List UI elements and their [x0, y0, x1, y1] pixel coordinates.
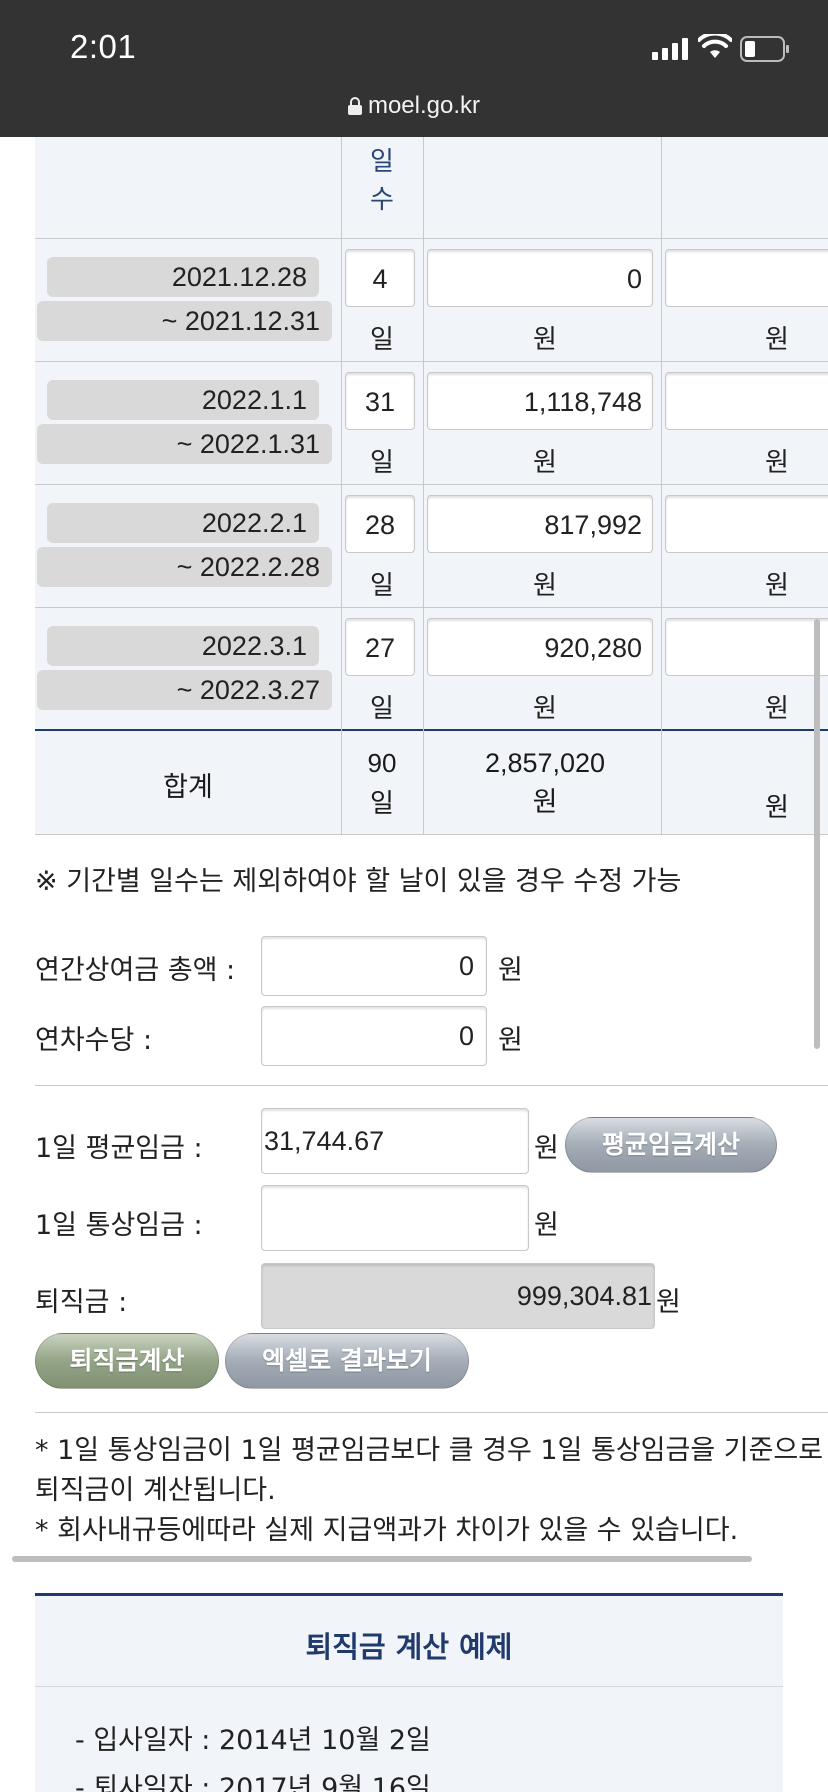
- extra-amount-input[interactable]: [665, 495, 828, 553]
- url-bar[interactable]: moel.go.kr: [0, 92, 828, 120]
- bonus-label: 연간상여금 총액 :: [35, 955, 236, 986]
- period-start: 2022.3.1: [47, 626, 319, 666]
- unit-won: 원: [765, 448, 789, 478]
- unit-won: 원: [765, 694, 789, 724]
- extra-amount-input[interactable]: [665, 372, 828, 430]
- excel-result-button[interactable]: 엑셀로 결과보기: [225, 1333, 469, 1389]
- extra-amount-input[interactable]: [665, 249, 828, 307]
- unit-won: 원: [534, 1210, 559, 1241]
- days-input[interactable]: 4: [345, 249, 415, 307]
- wage-amount-input[interactable]: 817,992: [427, 495, 653, 553]
- severance-calc-button[interactable]: 퇴직금계산: [35, 1333, 219, 1389]
- column-divider: [423, 137, 424, 835]
- wage-amount-input[interactable]: 0: [427, 249, 653, 307]
- period-end: ~ 2022.2.28: [37, 547, 332, 587]
- leave-allowance-label: 연차수당 :: [35, 1025, 153, 1056]
- unit-won: 원: [656, 1287, 681, 1318]
- divider: [35, 1686, 783, 1687]
- wage-amount-input[interactable]: 920,280: [427, 618, 653, 676]
- severance-output: 999,304.81: [261, 1263, 655, 1329]
- vertical-scrollbar[interactable]: [814, 619, 820, 1049]
- avg-wage-input[interactable]: 31,744.67: [261, 1108, 529, 1174]
- example-section: 퇴직금 계산 예제 - 입사일자 : 2014년 10월 2일 - 퇴사일자 :…: [35, 1593, 783, 1792]
- total-row: 합계 90 일 2,857,020 원 원: [35, 729, 828, 835]
- avg-wage-label: 1일 평균임금 :: [35, 1133, 203, 1164]
- period-start: 2021.12.28: [47, 257, 319, 297]
- unit-day: 일: [370, 694, 394, 724]
- table-row: 2022.1.1 ~ 2022.1.31 31 1,118,748 일 원 원: [35, 362, 828, 485]
- days-input[interactable]: 27: [345, 618, 415, 676]
- period-end: ~ 2021.12.31: [37, 301, 332, 341]
- total-amount: 2,857,020 원: [484, 748, 606, 818]
- note-ordinary-wage: * 1일 통상임금이 1일 평균임금보다 클 경우 1일 통상임금을 기준으로 …: [35, 1435, 824, 1506]
- url-text: moel.go.kr: [367, 92, 481, 119]
- table-row: 2022.3.1 ~ 2022.3.27 27 920,280 일 원 원: [35, 608, 828, 731]
- days-input[interactable]: 31: [345, 372, 415, 430]
- table-row: 2022.2.1 ~ 2022.2.28 28 817,992 일 원 원: [35, 485, 828, 608]
- status-time: 2:01: [70, 28, 137, 65]
- example-leave-date: - 퇴사일자 : 2017년 9월 16일: [75, 1773, 431, 1792]
- unit-won: 원: [534, 1133, 559, 1164]
- notes: * 1일 통상임금이 1일 평균임금보다 클 경우 1일 통상임금을 기준으로 …: [35, 1431, 828, 1551]
- divider: [35, 1085, 828, 1086]
- unit-won: 원: [533, 325, 557, 355]
- period-end: ~ 2022.3.27: [37, 670, 332, 710]
- horizontal-scrollbar[interactable]: [12, 1556, 752, 1562]
- wifi-icon: [698, 34, 732, 58]
- column-divider: [661, 137, 662, 835]
- unit-won: 원: [533, 571, 557, 601]
- days-note: ※ 기간별 일수는 제외하여야 할 날이 있을 경우 수정 가능: [35, 866, 682, 897]
- table-row: 2021.12.28 ~ 2021.12.31 4 0 일 원 원: [35, 239, 828, 362]
- ordinary-wage-label: 1일 통상임금 :: [35, 1210, 203, 1241]
- header-days: 일 수: [370, 147, 394, 215]
- period-start: 2022.1.1: [47, 380, 319, 420]
- bonus-input[interactable]: 0: [261, 936, 487, 996]
- unit-won: 원: [765, 571, 789, 601]
- divider: [35, 1412, 828, 1413]
- severance-label: 퇴직금 :: [35, 1287, 128, 1318]
- column-divider: [341, 137, 342, 835]
- ordinary-wage-input[interactable]: [261, 1185, 529, 1251]
- unit-won: 원: [498, 955, 523, 986]
- unit-day: 일: [370, 571, 394, 601]
- unit-won: 원: [765, 793, 789, 823]
- unit-won: 원: [533, 694, 557, 724]
- table-header-row: 일 수: [35, 137, 828, 239]
- leave-allowance-input[interactable]: 0: [261, 1006, 487, 1066]
- cellular-signal-icon: [652, 38, 688, 60]
- days-input[interactable]: 28: [345, 495, 415, 553]
- unit-won: 원: [533, 448, 557, 478]
- unit-day: 일: [370, 325, 394, 355]
- lock-icon: [347, 97, 362, 115]
- unit-won: 원: [498, 1025, 523, 1056]
- total-label: 합계: [163, 772, 213, 803]
- wage-amount-input[interactable]: 1,118,748: [427, 372, 653, 430]
- example-title: 퇴직금 계산 예제: [305, 1630, 513, 1664]
- period-end: ~ 2022.1.31: [37, 424, 332, 464]
- example-hire-date: - 입사일자 : 2014년 10월 2일: [75, 1725, 431, 1756]
- total-days: 90 일: [367, 748, 397, 818]
- status-bar: 2:01 moel.go.kr: [0, 0, 828, 137]
- period-start: 2022.2.1: [47, 503, 319, 543]
- unit-day: 일: [370, 448, 394, 478]
- battery-icon: [740, 36, 789, 62]
- avg-wage-calc-button[interactable]: 평균임금계산: [565, 1117, 777, 1173]
- unit-won: 원: [765, 325, 789, 355]
- note-company-rules: * 회사내규등에따라 실제 지급액과가 차이가 있을 수 있습니다.: [35, 1515, 739, 1546]
- extra-amount-input[interactable]: [665, 618, 828, 676]
- page-content: 일 수 2021.12.28 ~ 2021.12.31 4 0 일 원 원 20…: [0, 137, 828, 1792]
